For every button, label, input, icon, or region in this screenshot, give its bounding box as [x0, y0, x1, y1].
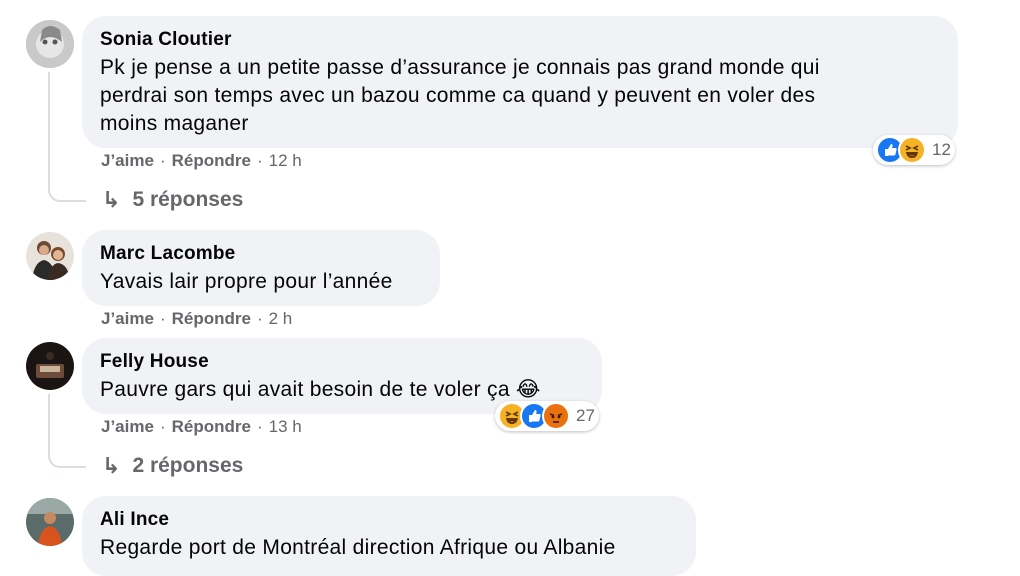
- avatar[interactable]: [26, 342, 74, 390]
- reply-button[interactable]: Répondre: [172, 309, 251, 329]
- avatar[interactable]: [26, 232, 74, 280]
- comment-timestamp[interactable]: 2 h: [269, 309, 293, 329]
- reactions-summary[interactable]: 27: [495, 401, 599, 431]
- separator: ·: [256, 151, 263, 170]
- comment-text: Pauvre gars qui avait besoin de te voler…: [100, 376, 584, 404]
- like-button[interactable]: J’aime: [101, 309, 154, 329]
- comment-actions: J’aime · Répondre · 13 h: [101, 417, 302, 437]
- comment-author[interactable]: Sonia Cloutier: [100, 28, 940, 52]
- comment-author[interactable]: Ali Ince: [100, 508, 678, 532]
- thread-connector: [48, 436, 86, 468]
- angry-icon: [542, 402, 570, 430]
- separator: ·: [159, 309, 166, 328]
- replies-count-label: 5 réponses: [132, 188, 244, 211]
- comment-actions: J’aime · Répondre · 12 h: [101, 151, 302, 171]
- reaction-count: 12: [932, 140, 951, 159]
- view-replies-button[interactable]: ↳ 5 réponses: [102, 187, 243, 213]
- thread-line: [48, 72, 50, 182]
- thread-connector: [48, 170, 86, 202]
- reply-arrow-icon: ↳: [102, 187, 121, 212]
- separator: ·: [256, 309, 263, 328]
- separator: ·: [159, 417, 166, 436]
- separator: ·: [159, 151, 166, 170]
- like-button[interactable]: J’aime: [101, 417, 154, 437]
- avatar[interactable]: [26, 498, 74, 546]
- haha-icon: [898, 136, 926, 164]
- comment-text-line: Regarde port de Montréal direction Afriq…: [100, 536, 616, 559]
- reply-button[interactable]: Répondre: [172, 151, 251, 171]
- comment-text: Regarde port de Montréal direction Afriq…: [100, 534, 678, 562]
- reply-button[interactable]: Répondre: [172, 417, 251, 437]
- comment-bubble: Marc Lacombe Yavais lair propre pour l’a…: [82, 230, 440, 306]
- avatar[interactable]: [26, 20, 74, 68]
- comment-actions: J’aime · Répondre · 2 h: [101, 309, 292, 329]
- reply-arrow-icon: ↳: [102, 453, 121, 478]
- comment-text: Pk je pense a un petite passe d’assuranc…: [100, 54, 940, 138]
- comment-text-line: Pauvre gars qui avait besoin de te voler…: [100, 378, 541, 401]
- reaction-count: 27: [576, 406, 595, 425]
- comment-timestamp[interactable]: 13 h: [269, 417, 302, 437]
- comment-bubble: Ali Ince Regarde port de Montréal direct…: [82, 496, 696, 576]
- comment-timestamp[interactable]: 12 h: [269, 151, 302, 171]
- reactions-summary[interactable]: 12: [873, 135, 955, 165]
- comment-author[interactable]: Felly House: [100, 350, 584, 374]
- comment-author[interactable]: Marc Lacombe: [100, 242, 422, 266]
- view-replies-button[interactable]: ↳ 2 réponses: [102, 453, 243, 479]
- comment-text-line: moins maganer: [100, 112, 249, 135]
- replies-count-label: 2 réponses: [132, 454, 244, 477]
- comment-text-line: perdrai son temps avec un bazou comme ca…: [100, 84, 816, 107]
- separator: ·: [256, 417, 263, 436]
- comment-text-line: Yavais lair propre pour l’année: [100, 270, 393, 293]
- like-button[interactable]: J’aime: [101, 151, 154, 171]
- comment-text-line: Pk je pense a un petite passe d’assuranc…: [100, 56, 820, 79]
- comment-text: Yavais lair propre pour l’année: [100, 268, 422, 296]
- comment-bubble: Sonia Cloutier Pk je pense a un petite p…: [82, 16, 958, 148]
